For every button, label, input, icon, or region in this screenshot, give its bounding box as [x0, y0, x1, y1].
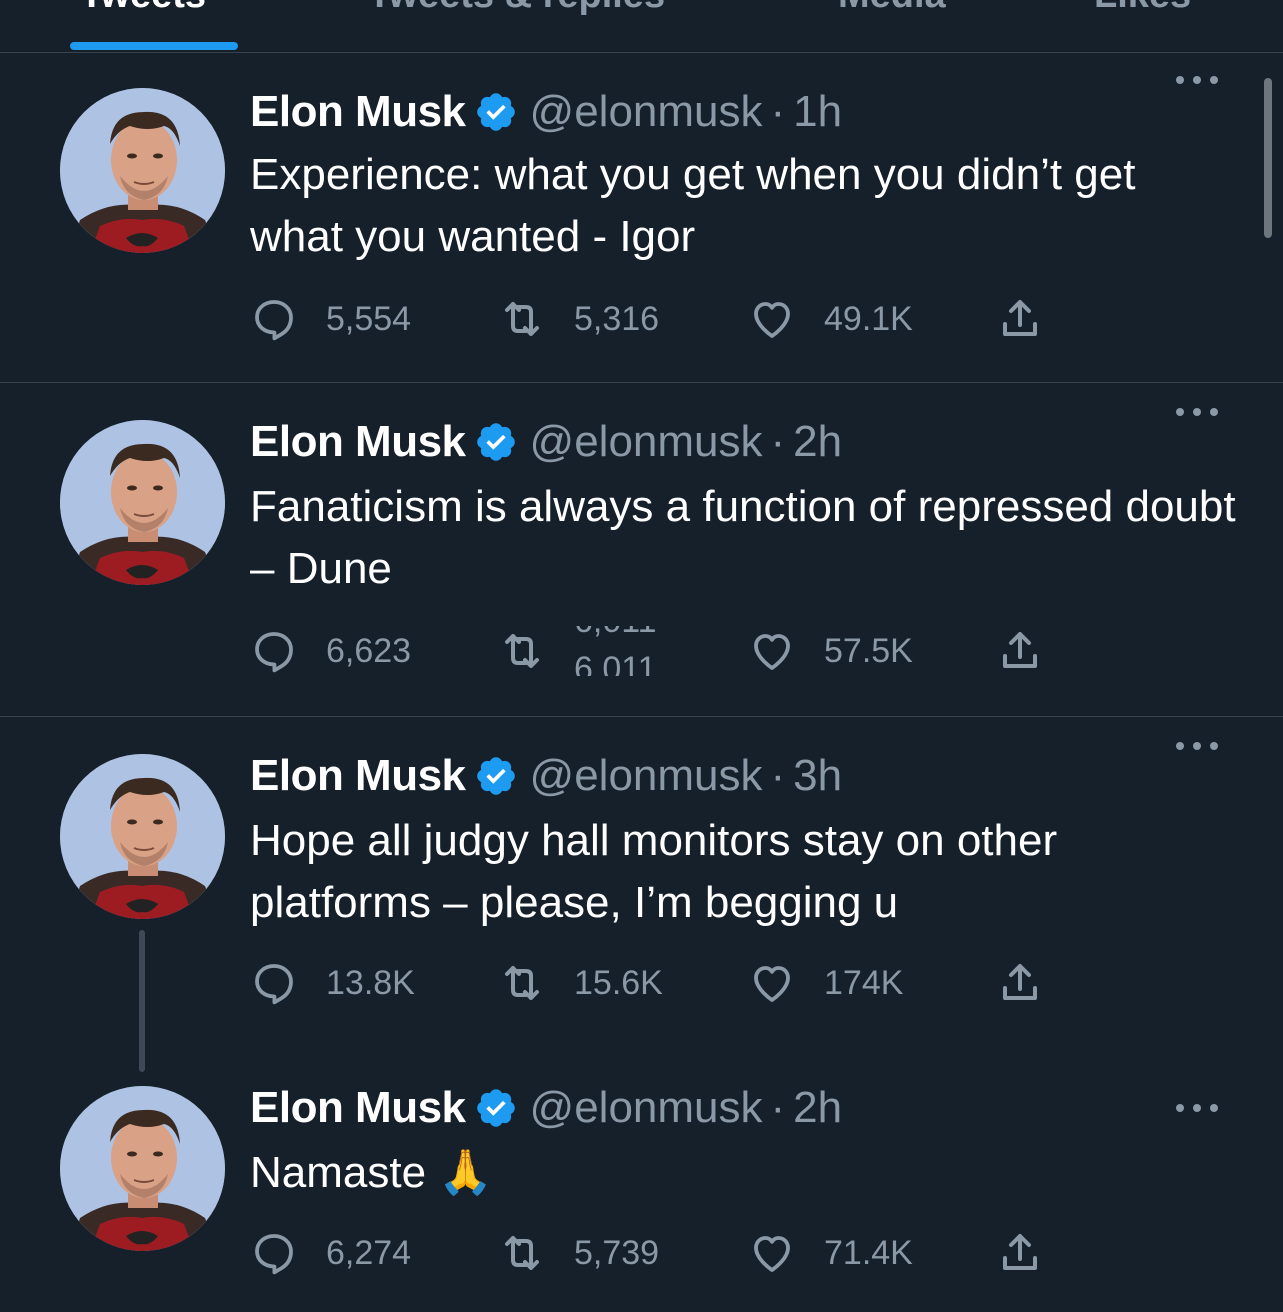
avatar[interactable]: [60, 420, 225, 585]
avatar[interactable]: [60, 88, 225, 253]
author-name[interactable]: Elon Musk: [250, 751, 466, 801]
share-icon: [996, 295, 1044, 343]
retweet-count: 5,739: [574, 1233, 660, 1272]
tweet-time[interactable]: 2h: [793, 1083, 842, 1133]
tweet-actions: 6,274 5,739 71.4K: [250, 1228, 1070, 1278]
tweet-header: Elon Musk @elonmusk · 2h: [250, 412, 842, 472]
retweet-count: 15.6K: [574, 963, 663, 1002]
retweet-count-rolling: 6,011 6,011: [574, 626, 684, 676]
share-button[interactable]: [996, 958, 1044, 1008]
separator-dot: ·: [770, 417, 786, 466]
like-count: 49.1K: [824, 299, 913, 338]
tab-media[interactable]: Media: [838, 0, 946, 17]
tweet-text: Hope all judgy hall monitors stay on oth…: [250, 816, 1058, 927]
author-name[interactable]: Elon Musk: [250, 1083, 466, 1133]
like-count: 174K: [824, 963, 904, 1002]
share-icon: [996, 627, 1044, 675]
separator-dot: ·: [770, 1083, 786, 1132]
thread-connector-line: [139, 930, 145, 1072]
heart-icon: [748, 1229, 796, 1277]
like-button[interactable]: 57.5K: [748, 626, 913, 676]
retweet-count: 5,316: [574, 299, 660, 338]
tweet-header: Elon Musk @elonmusk · 1h: [250, 82, 842, 142]
reply-button[interactable]: 6,274: [250, 1228, 411, 1278]
tab-tweets[interactable]: Tweets: [80, 0, 206, 17]
reply-count: 6,623: [326, 631, 412, 670]
comment-bubble-icon: [250, 295, 298, 343]
like-button[interactable]: 174K: [748, 958, 903, 1008]
tweet-actions: 6,623 6,011 6,011 57.5K: [250, 626, 1070, 676]
reply-button[interactable]: 6,623: [250, 626, 411, 676]
reply-button[interactable]: 5,554: [250, 294, 411, 344]
heart-icon: [748, 627, 796, 675]
tweet-time[interactable]: 1h: [793, 87, 842, 137]
retweet-icon: [498, 959, 546, 1007]
verified-badge-icon: [474, 90, 518, 134]
tweet-header: Elon Musk @elonmusk · 3h: [250, 746, 842, 806]
retweet-button[interactable]: 5,316: [498, 294, 659, 344]
verified-badge-icon: [474, 1086, 518, 1130]
heart-icon: [748, 295, 796, 343]
tweet-actions: 5,554 5,316 49.1K: [250, 294, 1070, 344]
reply-count: 13.8K: [326, 963, 415, 1002]
avatar[interactable]: [60, 1086, 225, 1251]
author-handle[interactable]: @elonmusk: [530, 751, 763, 801]
reply-count: 5,554: [326, 299, 412, 338]
author-handle[interactable]: @elonmusk: [530, 87, 763, 137]
tab-tweets-and-replies[interactable]: Tweets & replies: [368, 0, 665, 17]
share-icon: [996, 959, 1044, 1007]
reply-count: 6,274: [326, 1233, 412, 1272]
active-tab-indicator: [70, 42, 238, 50]
separator-dot: ·: [770, 751, 786, 800]
like-button[interactable]: 49.1K: [748, 294, 913, 344]
profile-timeline: Tweets Tweets & replies Media Likes Elon…: [0, 0, 1283, 1312]
like-count: 57.5K: [824, 631, 913, 670]
author-handle[interactable]: @elonmusk: [530, 1083, 763, 1133]
comment-bubble-icon: [250, 1229, 298, 1277]
reply-button[interactable]: 13.8K: [250, 958, 415, 1008]
retweet-button[interactable]: 6,011 6,011: [498, 626, 684, 676]
tweet[interactable]: Elon Musk @elonmusk · 2h Namaste 🙏 6,274…: [0, 1054, 1283, 1312]
more-dots-icon[interactable]: [1172, 736, 1222, 756]
comment-bubble-icon: [250, 959, 298, 1007]
author-handle[interactable]: @elonmusk: [530, 417, 763, 467]
retweet-count-previous: 6,011: [574, 626, 657, 641]
verified-badge-icon: [474, 754, 518, 798]
tweet-text: Fanaticism is always a function of repre…: [250, 482, 1236, 593]
tweet-text: Experience: what you get when you didn’t…: [250, 150, 1136, 261]
more-dots-icon[interactable]: [1172, 402, 1222, 422]
like-count: 71.4K: [824, 1233, 913, 1272]
share-button[interactable]: [996, 294, 1044, 344]
share-icon: [996, 1229, 1044, 1277]
tweet-time[interactable]: 3h: [793, 751, 842, 801]
heart-icon: [748, 959, 796, 1007]
tab-likes[interactable]: Likes: [1094, 0, 1191, 17]
tweet[interactable]: Elon Musk @elonmusk · 1h Experience: wha…: [0, 52, 1283, 383]
retweet-icon: [498, 1229, 546, 1277]
share-button[interactable]: [996, 1228, 1044, 1278]
separator-dot: ·: [770, 87, 786, 136]
tweet-text: Namaste 🙏: [250, 1148, 494, 1197]
avatar[interactable]: [60, 754, 225, 919]
author-name[interactable]: Elon Musk: [250, 87, 466, 137]
tweet-time[interactable]: 2h: [793, 417, 842, 467]
verified-badge-icon: [474, 420, 518, 464]
tweet[interactable]: Elon Musk @elonmusk · 3h Hope all judgy …: [0, 718, 1283, 1072]
tweet[interactable]: Elon Musk @elonmusk · 2h Fanaticism is a…: [0, 384, 1283, 717]
retweet-icon: [498, 295, 546, 343]
more-dots-icon[interactable]: [1172, 70, 1222, 90]
retweet-icon: [498, 627, 546, 675]
like-button[interactable]: 71.4K: [748, 1228, 913, 1278]
retweet-count: 6,011: [574, 650, 657, 676]
share-button[interactable]: [996, 626, 1044, 676]
retweet-button[interactable]: 15.6K: [498, 958, 663, 1008]
comment-bubble-icon: [250, 627, 298, 675]
author-name[interactable]: Elon Musk: [250, 417, 466, 467]
retweet-button[interactable]: 5,739: [498, 1228, 659, 1278]
tweet-actions: 13.8K 15.6K 174K: [250, 958, 1070, 1008]
tweet-header: Elon Musk @elonmusk · 2h: [250, 1078, 842, 1138]
profile-tabs: Tweets Tweets & replies Media Likes: [0, 0, 1283, 53]
more-dots-icon[interactable]: [1172, 1098, 1222, 1118]
